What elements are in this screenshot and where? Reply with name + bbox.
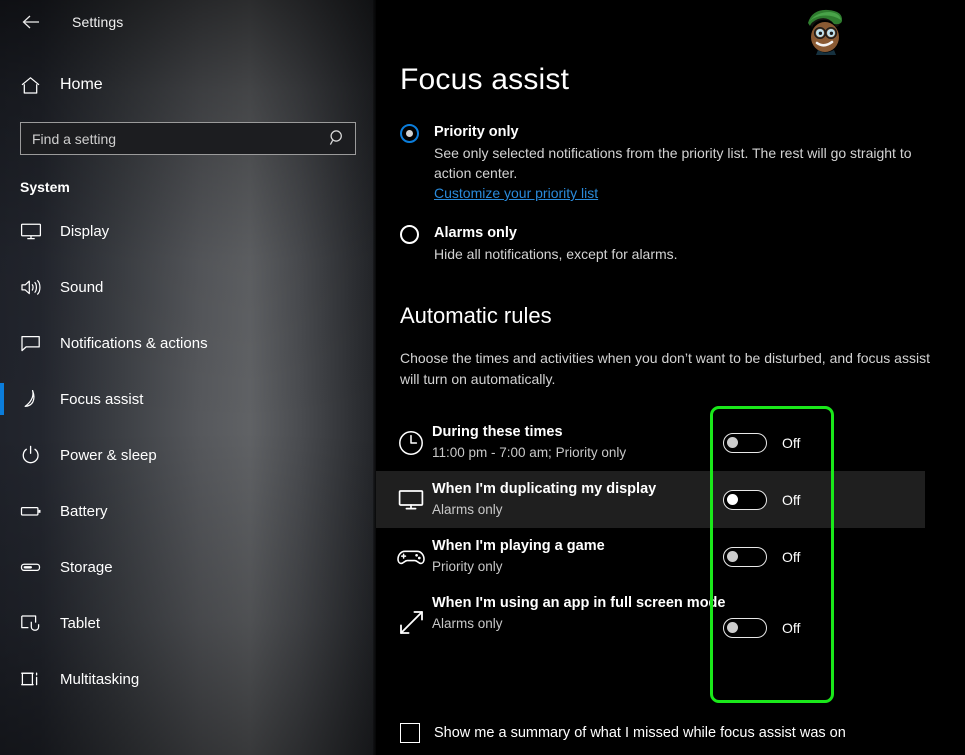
automatic-rules-description: Choose the times and activities when you… — [400, 350, 930, 387]
rule-text: When I'm playing a game Priority only — [432, 537, 965, 576]
search-input[interactable] — [21, 130, 355, 147]
rule-row-duplicating-display[interactable]: When I'm duplicating my display Alarms o… — [376, 471, 925, 528]
page-title: Focus assist — [400, 63, 570, 96]
rule-text: When I'm using an app in full screen mod… — [432, 594, 965, 633]
radio-label: Alarms only — [434, 225, 517, 241]
sidebar-item-display[interactable]: Display — [0, 203, 376, 259]
rule-name: During these times — [432, 424, 563, 440]
sidebar-nav: Display Sound Notifications & actions Fo… — [0, 203, 376, 707]
sidebar-item-label: Focus assist — [60, 390, 144, 408]
monitor-icon — [390, 487, 432, 513]
sidebar-item-sound[interactable]: Sound — [0, 259, 376, 315]
window-titlebar: Settings — [0, 0, 376, 44]
toggle-switch[interactable] — [723, 546, 767, 567]
toggle-knob — [727, 621, 738, 633]
summary-checkbox[interactable] — [400, 723, 420, 743]
summary-checkbox-row[interactable]: Show me a summary of what I missed while… — [400, 723, 846, 743]
toggle-switch[interactable] — [723, 617, 767, 638]
toggle-knob — [727, 436, 738, 448]
rule-text: During these times 11:00 pm - 7:00 am; P… — [432, 423, 965, 462]
sidebar-group-title: System — [20, 179, 70, 195]
home-icon — [20, 76, 50, 95]
settings-sidebar: Settings Home Syste — [0, 0, 376, 755]
battery-icon — [20, 502, 50, 521]
radio-indicator-selected[interactable] — [400, 124, 419, 143]
radio-description: Hide all notifications, except for alarm… — [434, 246, 678, 262]
sidebar-item-storage[interactable]: Storage — [0, 539, 376, 595]
tablet-icon — [20, 613, 50, 633]
sidebar-item-power-sleep[interactable]: Power & sleep — [0, 427, 376, 483]
search-box[interactable] — [20, 122, 356, 155]
radio-label: Priority only — [434, 124, 519, 140]
radio-option-priority-only[interactable]: Priority only See only selected notifica… — [400, 122, 940, 203]
toggle-knob — [727, 550, 738, 562]
toggle-state-label: Off — [782, 434, 801, 451]
rule-toggle-container: Off — [723, 414, 800, 471]
sidebar-item-tablet[interactable]: Tablet — [0, 595, 376, 651]
moon-icon — [20, 389, 50, 409]
rule-toggle-container: Off — [723, 594, 800, 661]
sidebar-item-label: Display — [60, 222, 110, 240]
search-container — [0, 122, 376, 155]
sidebar-item-label: Multitasking — [60, 670, 140, 688]
sidebar-item-label: Battery — [60, 502, 108, 520]
automatic-rules-title: Automatic rules — [400, 303, 552, 328]
selection-accent-bar — [0, 383, 4, 415]
toggle-switch[interactable] — [723, 489, 767, 510]
sidebar-item-home[interactable]: Home — [0, 64, 376, 106]
rule-subtitle: Alarms only — [432, 616, 503, 631]
rule-name: When I'm duplicating my display — [432, 481, 657, 497]
rule-row-playing-game[interactable]: When I'm playing a game Priority only Of… — [376, 528, 965, 585]
back-arrow-icon[interactable] — [8, 6, 54, 38]
customize-priority-list-link[interactable]: Customize your priority list — [434, 183, 598, 203]
sidebar-item-label: Storage — [60, 558, 113, 576]
gamepad-icon — [390, 546, 432, 568]
rule-row-full-screen-app[interactable]: When I'm using an app in full screen mod… — [376, 585, 965, 661]
clock-icon — [390, 429, 432, 457]
focus-mode-options: Priority only See only selected notifica… — [400, 122, 940, 264]
rule-row-during-these-times[interactable]: During these times 11:00 pm - 7:00 am; P… — [376, 414, 965, 471]
user-avatar-cartoon[interactable] — [798, 3, 850, 55]
fullscreen-arrows-icon — [390, 608, 432, 638]
sidebar-item-label: Power & sleep — [60, 446, 157, 464]
summary-checkbox-label: Show me a summary of what I missed while… — [434, 725, 846, 741]
multitasking-icon — [20, 669, 50, 689]
rule-name: When I'm playing a game — [432, 538, 605, 554]
focus-assist-main-panel: Focus assist Priority only See only sele… — [376, 0, 965, 755]
automatic-rules-list: During these times 11:00 pm - 7:00 am; P… — [376, 414, 965, 661]
rule-text: When I'm duplicating my display Alarms o… — [432, 480, 925, 519]
speaker-icon — [20, 278, 50, 297]
sidebar-item-focus-assist[interactable]: Focus assist — [0, 371, 376, 427]
toggle-knob — [727, 493, 738, 505]
power-icon — [20, 445, 50, 465]
sidebar-item-label: Sound — [60, 278, 104, 296]
radio-description: See only selected notifications from the… — [434, 145, 912, 181]
rule-subtitle: Alarms only — [432, 502, 503, 517]
rule-toggle-container: Off — [723, 471, 800, 528]
chat-bubble-icon — [20, 334, 50, 353]
toggle-state-label: Off — [782, 548, 801, 565]
radio-option-alarms-only[interactable]: Alarms only Hide all notifications, exce… — [400, 223, 940, 264]
toggle-switch[interactable] — [723, 432, 767, 453]
radio-indicator-unselected[interactable] — [400, 225, 419, 244]
rule-subtitle: 11:00 pm - 7:00 am; Priority only — [432, 445, 627, 460]
search-icon[interactable] — [329, 129, 346, 152]
window-title: Settings — [72, 14, 124, 30]
sidebar-item-battery[interactable]: Battery — [0, 483, 376, 539]
rule-name: When I'm using an app in full screen mod… — [432, 595, 726, 611]
storage-icon — [20, 558, 50, 577]
rule-toggle-container: Off — [723, 528, 800, 585]
toggle-state-label: Off — [782, 619, 801, 636]
toggle-state-label: Off — [782, 491, 801, 508]
sidebar-home-label: Home — [60, 76, 103, 93]
monitor-icon — [20, 222, 50, 241]
sidebar-item-multitasking[interactable]: Multitasking — [0, 651, 376, 707]
rule-subtitle: Priority only — [432, 559, 503, 574]
sidebar-item-label: Notifications & actions — [60, 334, 208, 352]
sidebar-item-label: Tablet — [60, 614, 101, 632]
sidebar-item-notifications[interactable]: Notifications & actions — [0, 315, 376, 371]
